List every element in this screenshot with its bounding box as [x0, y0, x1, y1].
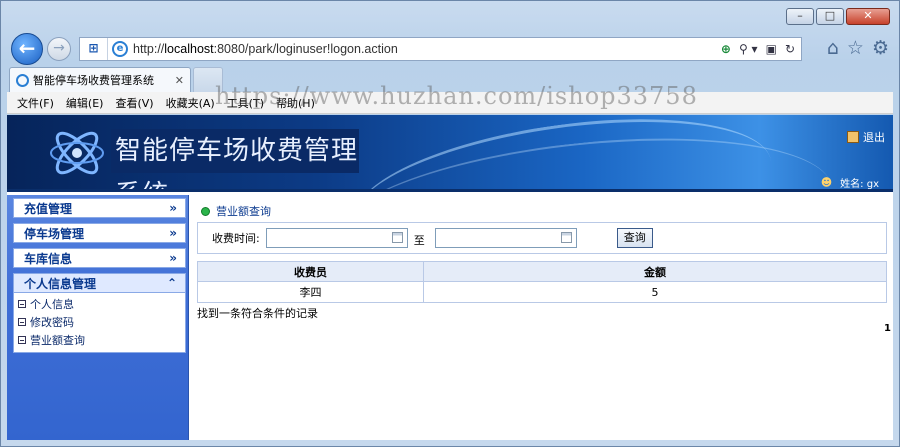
date-from-input[interactable]: [265, 228, 408, 248]
collapse-arrow-icon: ⌃: [166, 276, 177, 290]
page-title: 营业额查询: [216, 205, 271, 218]
table-row: 李四 5: [197, 281, 887, 303]
collapse-box-icon: [18, 336, 26, 344]
submenu-item-password[interactable]: 修改密码: [18, 313, 185, 331]
menu-tools[interactable]: 工具(T): [227, 95, 264, 111]
column-header-cashier: 收费员: [197, 261, 424, 282]
window-controls: – □ ✕: [786, 8, 890, 25]
user-group-icon: ☻: [820, 176, 833, 189]
compat-view-icon[interactable]: ⊞: [80, 38, 108, 60]
close-button[interactable]: ✕: [846, 8, 890, 25]
main-content: 营业额查询 收费时间: 至 查询 收费员 金额 李四 5 找到一条符合条件的记录…: [191, 197, 893, 440]
search-form: 收费时间: 至 查询: [197, 222, 887, 254]
refresh-icon[interactable]: ↻: [785, 42, 795, 56]
favorites-star-icon[interactable]: ☆: [847, 37, 864, 59]
home-icon[interactable]: ⌂: [827, 37, 839, 59]
page-number[interactable]: 1: [884, 323, 891, 334]
logout-label: 退出: [863, 131, 885, 144]
address-tools: ⊕ ⚲ ▾ ▣ ↻: [721, 42, 801, 56]
sidebar-item-parking[interactable]: 停车场管理 »: [13, 223, 186, 243]
address-url[interactable]: http://localhost:8080/park/loginuser!log…: [133, 42, 398, 56]
menu-bar: 文件(F) 编辑(E) 查看(V) 收藏夹(A) 工具(T) 帮助(H): [7, 92, 893, 114]
cashier-cell: 李四: [197, 281, 424, 303]
browser-tools: ⌂ ☆ ⚙: [827, 37, 889, 59]
ie-tab-icon: [16, 73, 29, 87]
collapse-box-icon: [18, 318, 26, 326]
menu-file[interactable]: 文件(F): [17, 95, 54, 111]
tab-title: 智能停车场收费管理系统: [33, 74, 154, 87]
addon-icon[interactable]: ⊕: [721, 42, 731, 56]
sidebar-item-recharge[interactable]: 充值管理 »: [13, 198, 186, 218]
personal-submenu: 个人信息 修改密码 营业额查询: [13, 293, 186, 353]
minimize-button[interactable]: –: [786, 8, 814, 25]
revenue-table: 收费员 金额 李四 5: [197, 261, 887, 303]
search-icon[interactable]: ⚲ ▾: [739, 42, 758, 56]
menu-favorites[interactable]: 收藏夹(A): [166, 95, 215, 111]
sidebar-item-garage[interactable]: 车库信息 »: [13, 248, 186, 268]
browser-window: – □ ✕ ← → ⊞ e http://localhost:8080/park…: [0, 0, 900, 447]
sidebar-item-personal[interactable]: 个人信息管理 ⌃: [13, 273, 186, 293]
tab-current[interactable]: 智能停车场收费管理系统 ✕: [9, 67, 191, 92]
logout-icon: [847, 131, 859, 143]
compat-icon[interactable]: ▣: [766, 42, 777, 56]
system-title: 智能停车场收费管理系统: [111, 129, 359, 189]
amount-cell: 5: [423, 281, 887, 303]
header-banner: 智能停车场收费管理系统 退出 ☻ 姓名: gx: [7, 115, 893, 192]
bullet-icon: [201, 206, 210, 216]
expand-arrow-icon: »: [169, 201, 177, 215]
atom-logo-icon: [50, 131, 104, 175]
menu-help[interactable]: 帮助(H): [276, 95, 315, 111]
expand-arrow-icon: »: [169, 226, 177, 240]
address-bar[interactable]: ⊞ e http://localhost:8080/park/loginuser…: [79, 37, 802, 61]
date-to-input[interactable]: [434, 228, 577, 248]
forward-button[interactable]: →: [47, 37, 71, 61]
result-count: 找到一条符合条件的记录: [197, 307, 318, 320]
user-info: ☻ 姓名: gx: [820, 175, 879, 190]
submenu-item-revenue[interactable]: 营业额查询: [18, 331, 185, 349]
to-label: 至: [413, 234, 425, 247]
web-page: 智能停车场收费管理系统 退出 ☻ 姓名: gx 充值管理 » 停车场管理 » 车…: [7, 115, 893, 440]
submenu-item-profile[interactable]: 个人信息: [18, 295, 185, 313]
column-header-amount: 金额: [423, 261, 887, 282]
back-button[interactable]: ←: [11, 33, 43, 65]
navigation-bar: ← → ⊞ e http://localhost:8080/park/login…: [7, 33, 893, 65]
menu-edit[interactable]: 编辑(E): [66, 95, 104, 111]
logout-link[interactable]: 退出: [847, 129, 885, 145]
menu-view[interactable]: 查看(V): [115, 95, 153, 111]
query-button[interactable]: 查询: [616, 228, 653, 248]
calendar-icon[interactable]: [560, 232, 572, 243]
breadcrumb: 营业额查询: [201, 203, 271, 219]
new-tab-button[interactable]: [193, 67, 223, 92]
tab-close-icon[interactable]: ✕: [175, 74, 184, 87]
settings-gear-icon[interactable]: ⚙: [872, 37, 889, 59]
charge-time-label: 收费时间:: [212, 232, 260, 245]
sidebar: 充值管理 » 停车场管理 » 车库信息 » 个人信息管理 ⌃ 个人信息 修改密码…: [7, 195, 189, 440]
user-name: 姓名: gx: [840, 179, 879, 190]
ie-page-icon: e: [112, 41, 128, 57]
expand-arrow-icon: »: [169, 251, 177, 265]
calendar-icon[interactable]: [391, 232, 403, 243]
tab-strip: 智能停车场收费管理系统 ✕: [7, 65, 893, 92]
maximize-button[interactable]: □: [816, 8, 844, 25]
collapse-box-icon: [18, 300, 26, 308]
